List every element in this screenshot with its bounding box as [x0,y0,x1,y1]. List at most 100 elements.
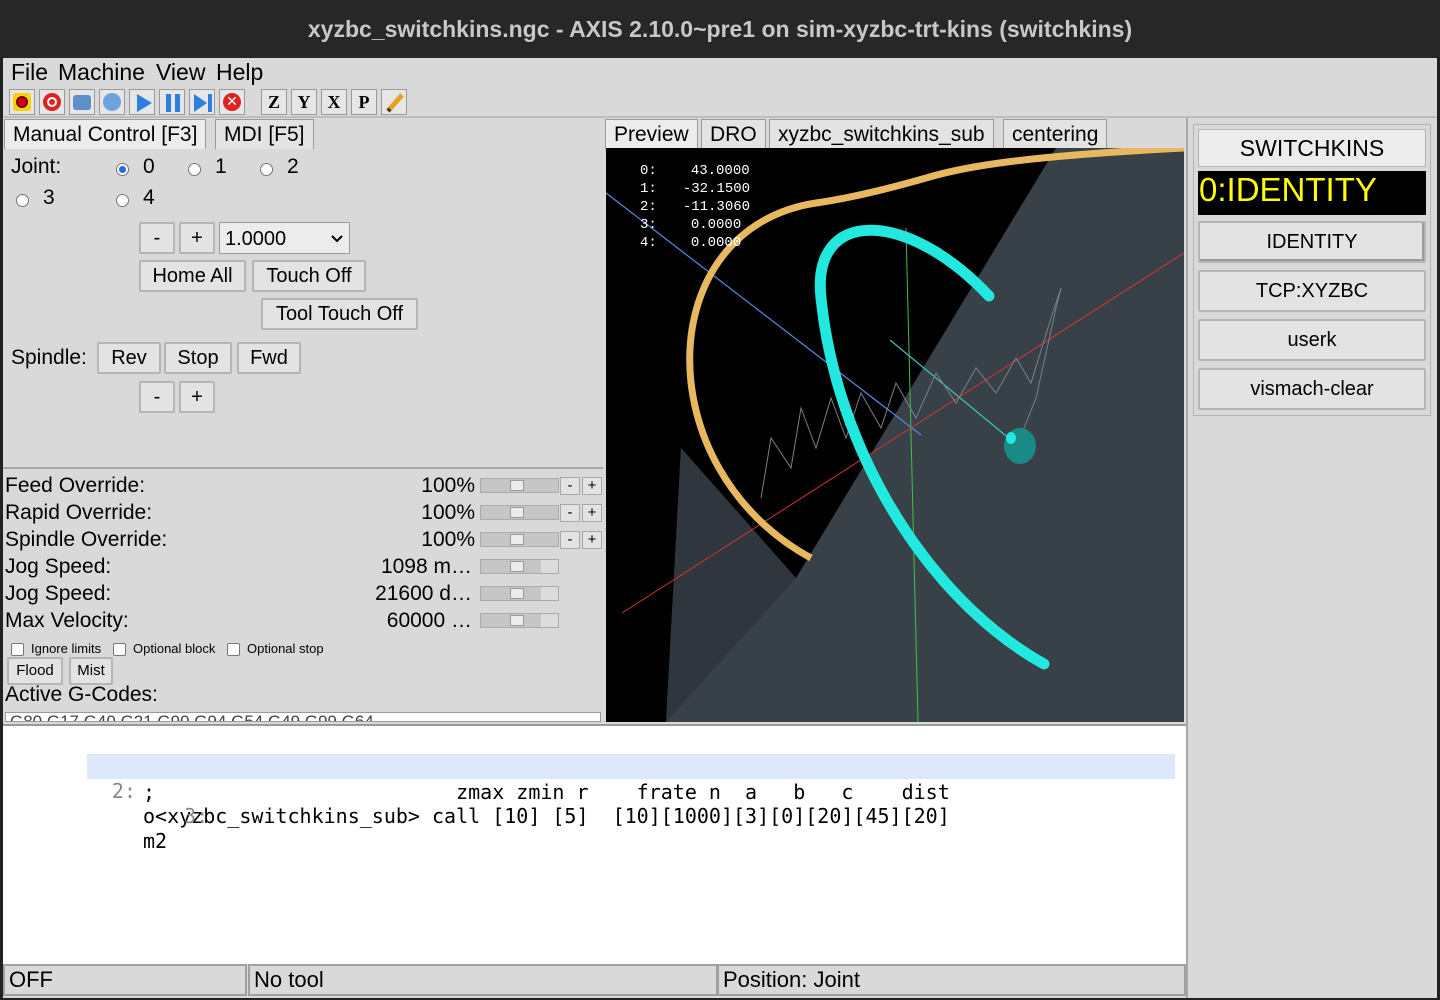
jog-increment-select[interactable]: 1.0000 [219,222,350,254]
ignore-limits-checkbox[interactable] [11,643,24,656]
home-all-button[interactable]: Home All [139,260,246,292]
dro-axis: 1: [640,181,657,197]
dro-axis: 4: [640,235,657,251]
spindle-label: Spindle: [11,346,87,369]
override-label: Max Velocity: [5,609,129,632]
spindle-rev-button[interactable]: Rev [97,342,161,374]
switchkins-title: SWITCHKINS [1198,129,1426,167]
estop-button[interactable] [9,89,35,115]
vismach-clear-button[interactable]: vismach-clear [1198,368,1426,410]
mist-button[interactable]: Mist [69,657,113,685]
override-row: Jog Speed: 21600 d… [3,581,603,608]
override-slider[interactable] [480,478,559,493]
switchkins-panel: SWITCHKINS 0:IDENTITY IDENTITY TCP:XYZBC… [1193,124,1431,416]
clear-plot-button[interactable] [381,89,407,115]
kins-tcp-xyzbc-button[interactable]: TCP:XYZBC [1198,270,1426,312]
line-number: 3: [184,804,209,828]
override-plus-button[interactable]: + [582,531,602,549]
tool-touch-off-button[interactable]: Tool Touch Off [261,298,418,330]
menu-file[interactable]: File [11,58,48,86]
step-button[interactable] [189,89,215,115]
joint-3-label: 3 [43,186,55,209]
override-label: Rapid Override: [5,501,153,524]
override-minus-button[interactable]: - [560,531,580,549]
slider-knob[interactable] [510,588,524,599]
joint-2-radio[interactable] [260,163,273,176]
touch-off-button[interactable]: Touch Off [252,260,366,292]
power-icon [43,93,61,111]
play-icon [137,94,152,112]
view-p-button[interactable]: P [351,89,377,115]
override-slider[interactable] [480,505,559,520]
tab-preview[interactable]: Preview [605,119,698,149]
slider-knob[interactable] [510,507,524,518]
tab-xyzbc-switchkins-sub[interactable]: xyzbc_switchkins_sub [769,119,994,149]
status-tool: No tool [248,964,718,996]
joint-1-radio[interactable] [188,163,201,176]
code-line[interactable]: 1: ; zmax zmin r frate n a b c dist [3,730,1173,804]
menu-machine[interactable]: Machine [58,58,145,86]
reload-button[interactable] [99,89,125,115]
machine-power-button[interactable] [39,89,65,115]
view-z-button[interactable]: Z [261,89,287,115]
code-line-current[interactable]: 2: o<xyzbc_switchkins_sub> call [10] [5]… [87,754,1175,828]
jog-increment-value: 1.0000 [225,228,287,250]
slider-knob[interactable] [510,561,524,572]
slider-knob[interactable] [510,534,524,545]
override-plus-button[interactable]: + [582,504,602,522]
window-title: xyzbc_switchkins.ngc - AXIS 2.10.0~pre1 … [0,0,1440,58]
abort-button[interactable]: ✕ [219,89,245,115]
code-line[interactable]: 3: m2 [3,779,1173,853]
preview-canvas[interactable]: 0: 43.0000 1: -32.1500 2: -11.3060 3: 0.0000 4: 0… [606,148,1184,722]
tab-centering[interactable]: centering [1003,119,1108,149]
menu-view[interactable]: View [156,58,205,86]
status-machine-state: OFF [3,964,247,996]
override-slider[interactable] [480,613,559,628]
spindle-stop-button[interactable]: Stop [164,342,232,374]
menu-bar: File Machine View Help [3,58,1437,86]
joint-3-radio[interactable] [16,194,29,207]
override-plus-button[interactable]: + [582,477,602,495]
override-slider[interactable] [480,586,559,601]
override-value: 100% [421,501,475,524]
optional-block-checkbox[interactable] [113,643,126,656]
flood-button[interactable]: Flood [7,657,63,685]
override-slider[interactable] [480,532,559,547]
current-kins-display: 0:IDENTITY [1198,171,1426,215]
open-file-button[interactable] [69,89,95,115]
view-x-button[interactable]: X [321,89,347,115]
slider-knob[interactable] [510,480,524,491]
slider-knob[interactable] [510,615,524,626]
kins-identity-button[interactable]: IDENTITY [1198,221,1426,263]
kins-userk-button[interactable]: userk [1198,319,1426,361]
dro-axis: 0: [640,163,657,179]
override-label: Jog Speed: [5,555,112,578]
override-minus-button[interactable]: - [560,477,580,495]
pause-button[interactable] [159,89,185,115]
override-value: 60000 … [386,609,472,632]
folder-icon [73,95,91,110]
active-gcodes-label: Active G-Codes: [5,683,158,706]
override-minus-button[interactable]: - [560,504,580,522]
line-text: m2 [143,829,168,853]
active-gcodes-field[interactable]: G80 G17 G40 G21 G90 G94 G54 G49 G99 G64 [5,712,601,722]
optional-stop-checkbox[interactable] [227,643,240,656]
view-y-button[interactable]: Y [291,89,317,115]
spindle-fwd-button[interactable]: Fwd [237,342,301,374]
joint-label: Joint: [11,155,62,178]
override-value: 21600 d… [375,582,472,605]
spindle-plus-button[interactable]: + [179,381,215,413]
jog-minus-button[interactable]: - [139,222,175,254]
spindle-minus-button[interactable]: - [139,381,175,413]
gcode-listing[interactable]: 1: ; zmax zmin r frate n a b c dist 2: o… [3,724,1186,964]
run-button[interactable] [129,89,155,115]
joint-0-radio[interactable] [116,163,129,176]
override-slider[interactable] [480,559,559,574]
override-row: Max Velocity: 60000 … [3,608,603,635]
joint-4-radio[interactable] [116,194,129,207]
tab-manual-control[interactable]: Manual Control [F3] [4,119,207,149]
jog-plus-button[interactable]: + [179,222,215,254]
tab-dro[interactable]: DRO [701,119,766,149]
menu-help[interactable]: Help [216,58,263,86]
tab-mdi[interactable]: MDI [F5] [215,119,314,149]
